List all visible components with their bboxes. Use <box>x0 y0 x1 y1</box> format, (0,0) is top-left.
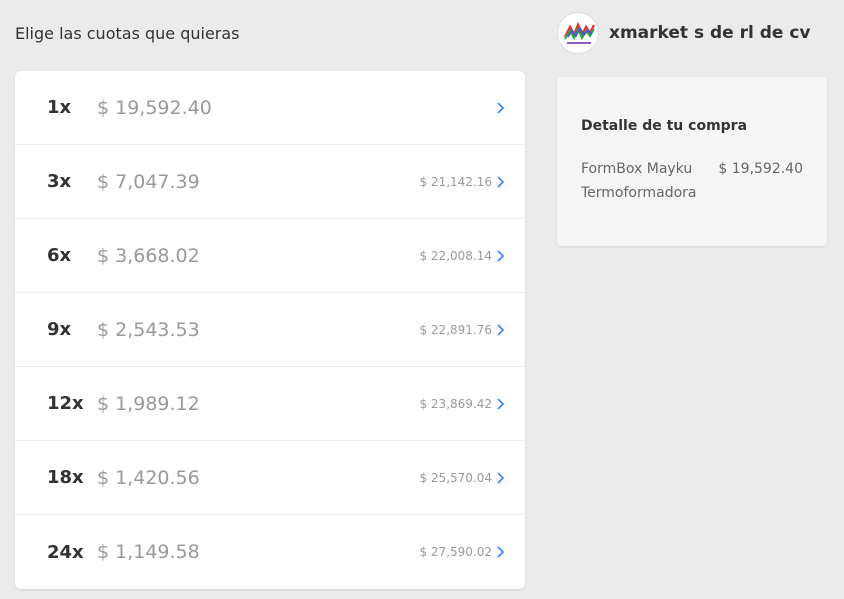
installment-option-18x[interactable]: 18x $ 1,420.56 $ 25,570.04 <box>15 441 525 515</box>
installment-amount: $ 7,047.39 <box>97 170 200 193</box>
installment-count: 24x <box>47 541 84 563</box>
installment-count: 18x <box>47 467 84 488</box>
installment-count: 3x <box>47 171 72 192</box>
product-price: $ 19,592.40 <box>718 161 803 177</box>
chevron-right-icon <box>497 175 505 188</box>
installment-option-1x[interactable]: 1x $ 19,592.40 <box>15 71 525 145</box>
installment-amount: $ 2,543.53 <box>97 318 200 341</box>
seller-logo <box>557 12 599 54</box>
chevron-right-icon <box>497 101 505 114</box>
summary-title: Detalle de tu compra <box>581 118 748 134</box>
installment-count: 9x <box>47 319 72 340</box>
installment-total: $ 25,570.04 <box>419 470 492 485</box>
installment-count: 12x <box>47 393 84 414</box>
chevron-right-icon <box>497 546 505 558</box>
installment-total: $ 22,891.76 <box>419 322 492 337</box>
installment-count: 6x <box>47 245 72 266</box>
installment-total: $ 22,008.14 <box>419 248 492 263</box>
installment-total: $ 21,142.16 <box>419 174 492 189</box>
installment-option-3x[interactable]: 3x $ 7,047.39 $ 21,142.16 <box>15 145 525 219</box>
installment-amount: $ 3,668.02 <box>97 244 200 267</box>
purchase-summary-card: Detalle de tu compra FormBox Mayku Termo… <box>557 77 827 246</box>
installment-amount: $ 1,420.56 <box>97 466 200 489</box>
installment-option-9x[interactable]: 9x $ 2,543.53 $ 22,891.76 <box>15 293 525 367</box>
chevron-right-icon <box>497 323 505 336</box>
chevron-right-icon <box>497 397 505 410</box>
chevron-right-icon <box>497 249 505 262</box>
installment-total: $ 23,869.42 <box>419 396 492 411</box>
installment-option-24x[interactable]: 24x $ 1,149.58 $ 27,590.02 <box>15 515 525 589</box>
chevron-right-icon <box>497 471 505 484</box>
installment-amount: $ 19,592.40 <box>97 96 212 119</box>
installment-total: $ 27,590.02 <box>419 545 492 559</box>
installment-option-6x[interactable]: 6x $ 3,668.02 $ 22,008.14 <box>15 219 525 293</box>
installment-count: 1x <box>47 97 72 118</box>
seller-name: xmarket s de rl de cv <box>609 23 811 43</box>
installment-amount: $ 1,149.58 <box>97 541 200 563</box>
product-name: FormBox Mayku Termoformadora <box>581 161 697 201</box>
installment-amount: $ 1,989.12 <box>97 392 200 415</box>
xmarket-logo-icon <box>563 21 596 44</box>
page-title: Elige las cuotas que quieras <box>15 24 240 43</box>
installment-option-12x[interactable]: 12x $ 1,989.12 $ 23,869.42 <box>15 367 525 441</box>
installments-list: 1x $ 19,592.40 3x $ 7,047.39 $ 21,142.16… <box>15 71 525 589</box>
